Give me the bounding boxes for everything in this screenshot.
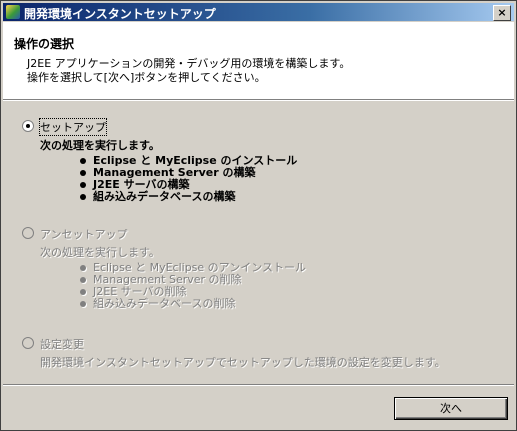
bullet-icon — [80, 170, 86, 176]
options-area: セットアップ 次の処理を実行します。 Eclipse と MyEclipse の… — [3, 101, 514, 384]
bullet-icon — [80, 158, 86, 164]
setup-dialog: 開発環境インスタントセットアップ × 操作の選択 J2EE アプリケーションの開… — [0, 0, 517, 431]
bullet-icon — [80, 194, 86, 200]
list-item: 組み込みデータベースの削除 — [79, 298, 306, 310]
bullet-icon — [80, 182, 86, 188]
header-panel: 操作の選択 J2EE アプリケーションの開発・デバッグ用の環境を構築します。 操… — [3, 22, 514, 100]
header-title: 操作の選択 — [14, 37, 75, 51]
bullet-icon — [80, 301, 86, 307]
bullet-icon — [80, 265, 86, 271]
option-setup-label[interactable]: セットアップ — [39, 118, 107, 136]
bullet-icon — [80, 277, 86, 283]
window-title: 開発環境インスタントセットアップ — [24, 7, 216, 21]
radio-change-settings[interactable] — [22, 337, 34, 349]
bullet-icon — [80, 289, 86, 295]
close-button[interactable]: × — [493, 5, 511, 21]
option-change-settings-label[interactable]: 設定変更 — [40, 336, 84, 352]
option-unsetup-steps: Eclipse と MyEclipse のアンインストール Management… — [79, 262, 306, 310]
title-bar[interactable]: 開発環境インスタントセットアップ × — [3, 3, 514, 21]
header-description-line-2: 操作を選択して[次へ]ボタンを押してください。 — [27, 71, 266, 84]
option-setup-steps: Eclipse と MyEclipse のインストール Management S… — [79, 155, 297, 203]
next-button[interactable]: 次へ — [394, 397, 508, 420]
radio-setup[interactable] — [22, 120, 34, 132]
option-change-settings-description: 開発環境インスタントセットアップでセットアップした環境の設定を変更します。 — [40, 356, 446, 369]
option-setup-description: 次の処理を実行します。 — [40, 139, 160, 152]
option-unsetup-label[interactable]: アンセットアップ — [40, 226, 128, 242]
radio-unsetup[interactable] — [22, 227, 34, 239]
header-description: J2EE アプリケーションの開発・デバッグ用の環境を構築します。 操作を選択して… — [27, 57, 350, 85]
header-description-line-1: J2EE アプリケーションの開発・デバッグ用の環境を構築します。 — [27, 57, 351, 70]
app-icon — [6, 5, 20, 19]
option-unsetup-description: 次の処理を実行します。 — [40, 246, 160, 259]
footer-divider — [3, 384, 514, 386]
list-item: 組み込みデータベースの構築 — [79, 191, 297, 203]
